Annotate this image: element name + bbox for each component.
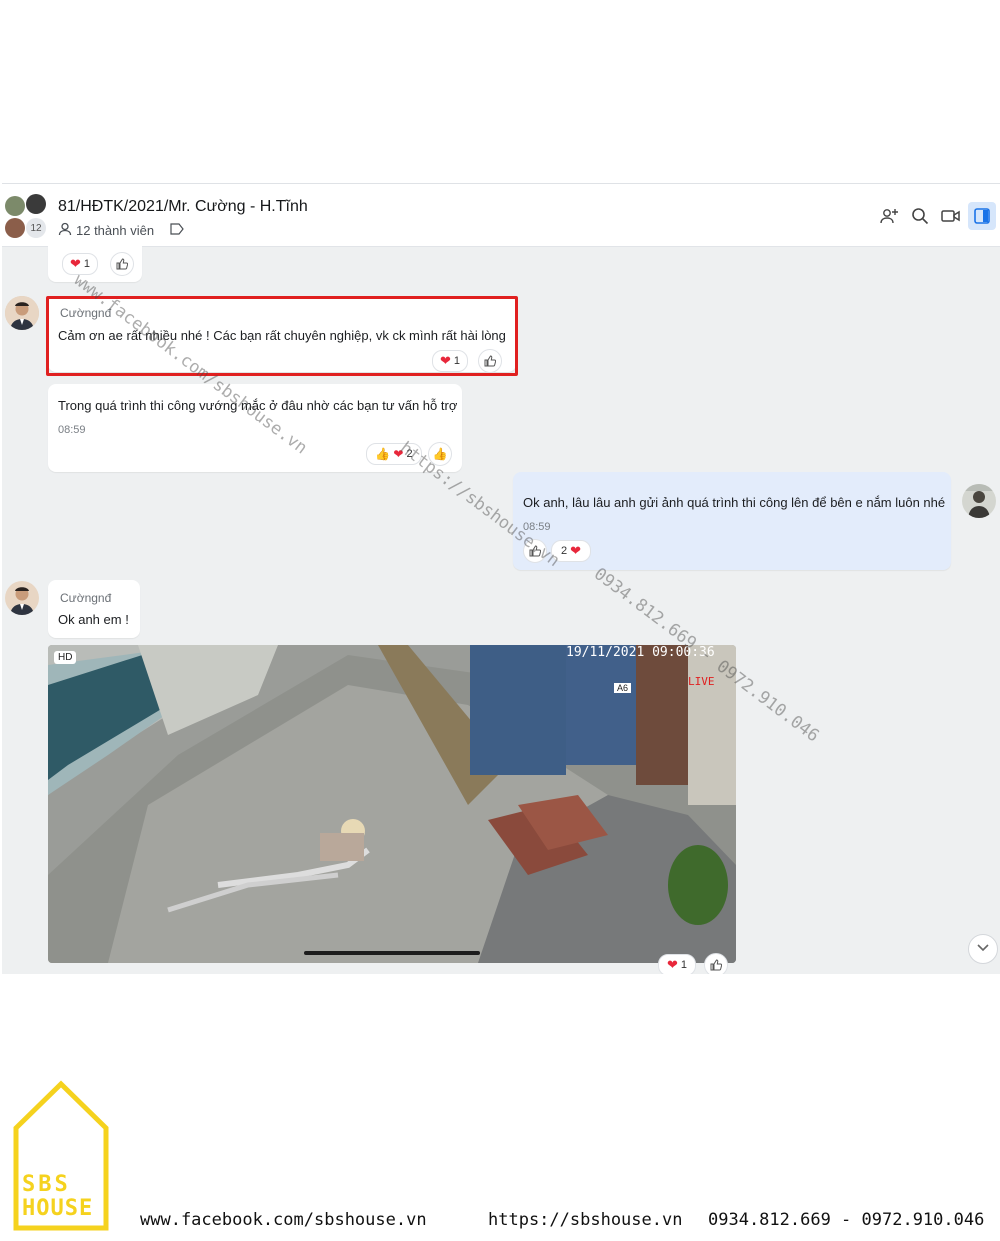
chat-header: 12 81/HĐTK/2021/Mr. Cường - H.Tĩnh 12 th… [2,184,1000,247]
tag-icon[interactable] [170,223,184,238]
person-icon [58,222,72,239]
image-message[interactable]: HD 19/11/2021 09:00:36 LIVE A6 [48,645,736,963]
search-icon[interactable] [908,204,932,228]
member-avatar[interactable] [26,194,46,214]
video-call-icon[interactable] [939,204,963,228]
avatar-count[interactable]: 12 [26,218,46,238]
own-avatar[interactable] [962,484,996,518]
thumbs-up-icon[interactable] [704,953,728,974]
footer-phones: 0934.812.669 - 0972.910.046 [708,1210,985,1230]
members-count: 12 thành viên [76,223,155,238]
message-bubble[interactable]: Cườngnđ Ok anh em ! [48,580,140,638]
heart-icon: ❤ [666,957,678,972]
chevron-down-icon [976,940,990,958]
construction-photo [48,645,736,963]
thumbs-up-icon: 👍 [375,447,391,461]
hd-badge: HD [54,651,77,664]
sender-avatar[interactable] [5,581,39,615]
group-title[interactable]: 81/HĐTK/2021/Mr. Cường - H.Tĩnh [58,198,308,216]
live-indicator: LIVE [688,675,715,688]
heart-icon: ❤ [69,256,81,271]
sender-name: Cườngnđ [60,591,112,605]
message-bubble[interactable]: ❤ 1 [48,246,142,282]
own-message-bubble[interactable]: Ok anh, lâu lâu anh gửi ảnh quá trình th… [513,472,951,570]
reaction-heart[interactable]: ❤ 1 [658,954,696,974]
chat-window: 12 81/HĐTK/2021/Mr. Cường - H.Tĩnh 12 th… [2,183,1000,974]
footer-facebook[interactable]: www.facebook.com/sbshouse.vn [140,1210,427,1230]
message-text: Ok anh em ! [58,612,129,627]
thumbs-up-icon[interactable] [110,252,134,276]
add-member-icon[interactable] [877,204,901,228]
member-avatar[interactable] [5,218,25,238]
sbs-house-logo: SBS HOUSE [12,1078,110,1234]
panel-toggle-icon[interactable] [968,202,996,230]
sender-avatar[interactable] [5,296,39,330]
logo-text-line1: SBS [22,1172,71,1197]
message-time: 08:59 [58,424,86,436]
message-text: Ok anh, lâu lâu anh gửi ảnh quá trình th… [523,495,946,510]
member-avatar[interactable] [5,196,25,216]
heart-icon: ❤ [570,543,582,558]
scroll-down-button[interactable] [968,934,998,964]
logo-text-line2: HOUSE [22,1196,94,1221]
container-code: A6 [614,683,632,693]
footer-website[interactable]: https://sbshouse.vn [488,1210,682,1230]
members-link[interactable]: 12 thành viên [58,222,184,239]
message-bubble[interactable]: Trong quá trình thi công vướng mắc ở đâu… [48,384,462,472]
